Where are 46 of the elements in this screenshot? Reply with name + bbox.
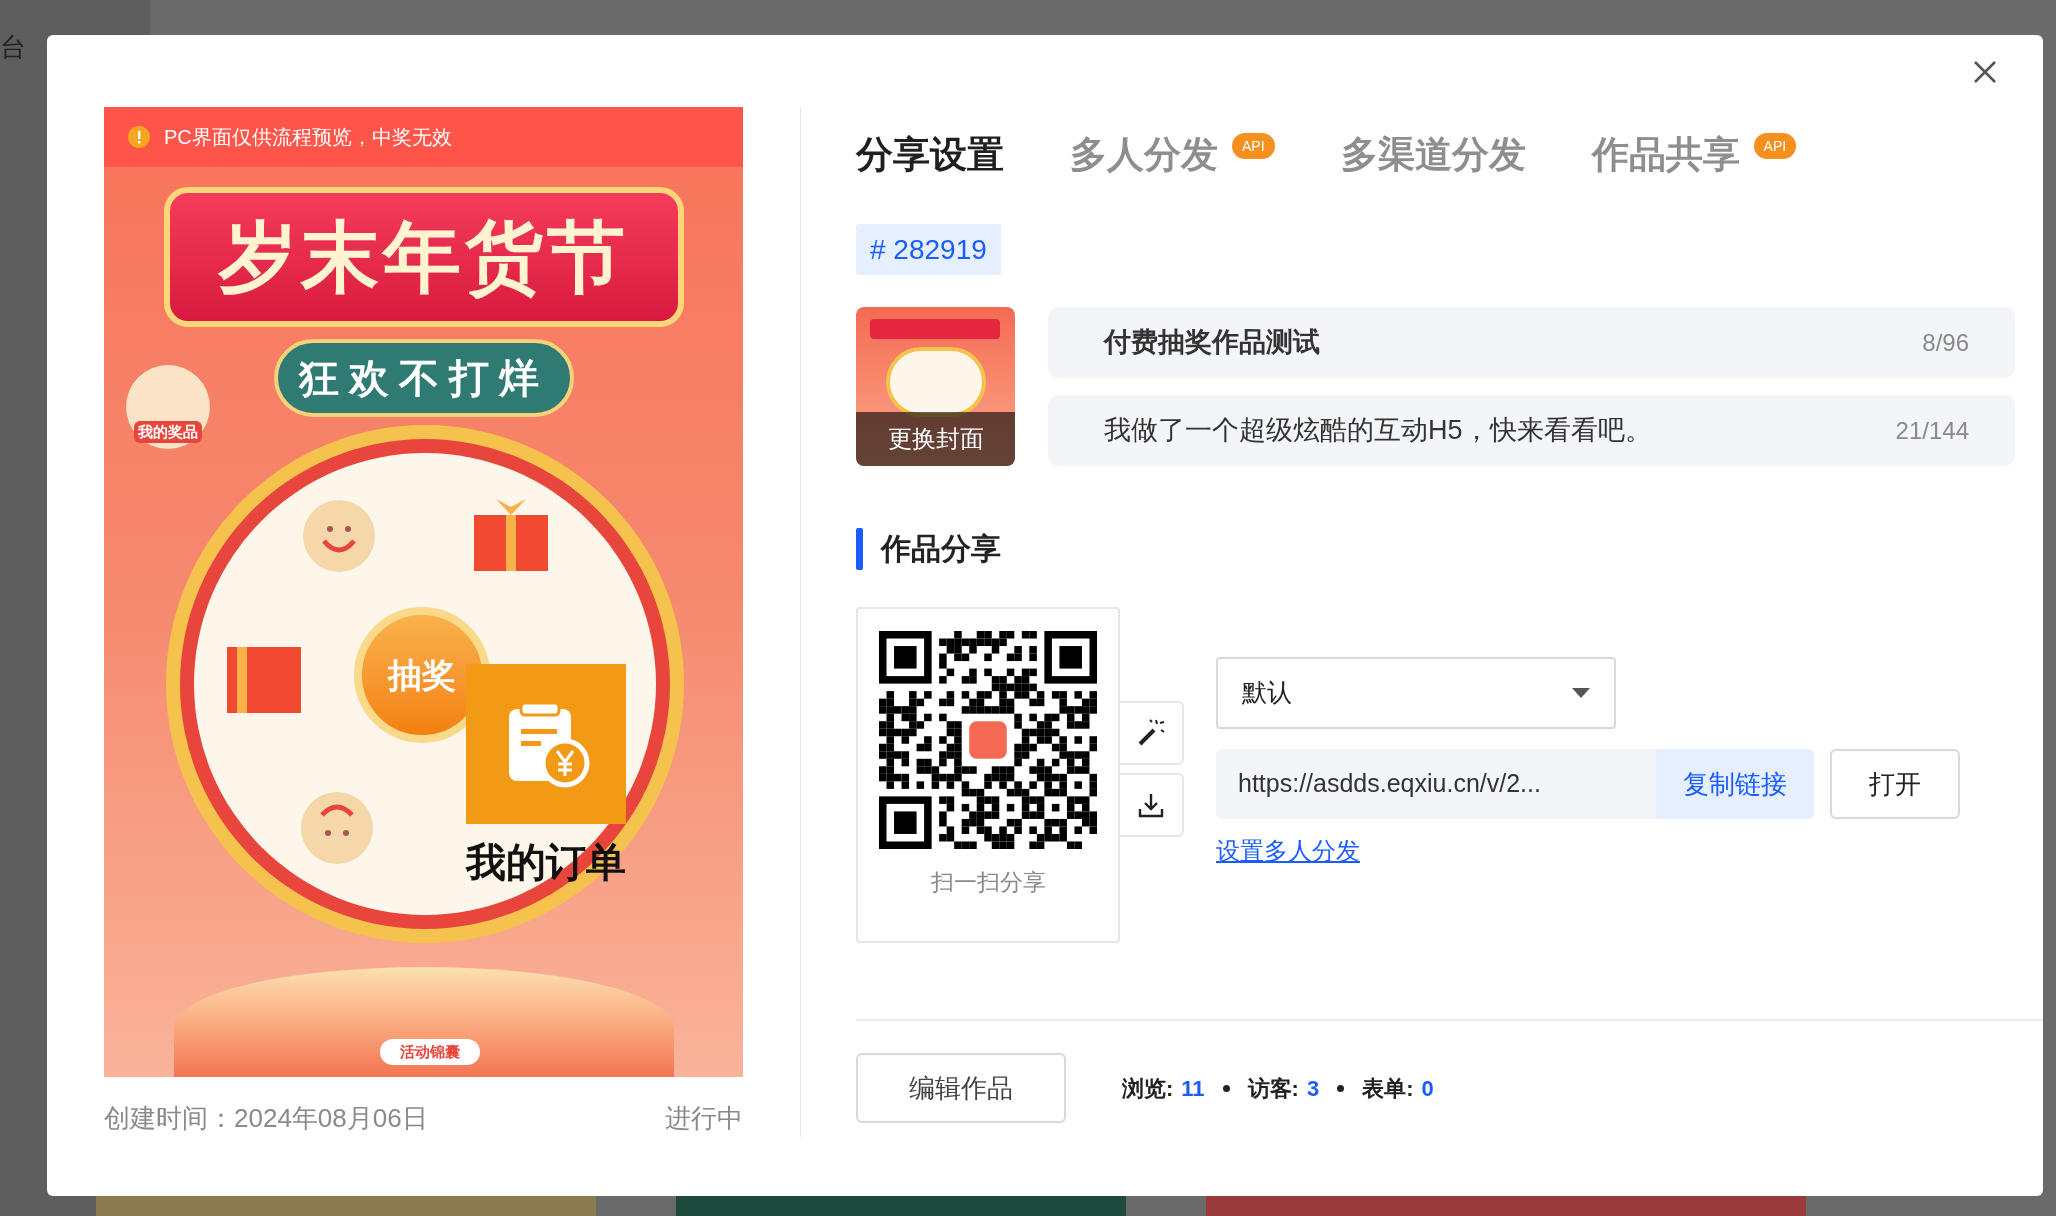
character-count: 21/144: [1895, 415, 1969, 446]
title-value: 付费抽奖作品测试: [1104, 326, 1320, 360]
close-icon[interactable]: [1974, 61, 1996, 83]
api-badge: API: [1232, 133, 1275, 160]
url-value: https://asdds.eqxiu.cn/v/2...: [1238, 768, 1541, 800]
api-badge: API: [1753, 133, 1797, 160]
prizes-label: 我的奖品: [134, 420, 202, 443]
warning-icon: [128, 126, 150, 148]
description-field[interactable]: 我做了一个超级炫酷的互动H5，快来看看吧。 21/144: [1048, 395, 2015, 466]
open-button[interactable]: 打开: [1830, 749, 1960, 819]
created-time: 创建时间：2024年08月06日: [104, 1102, 428, 1135]
stat-label: 访客:: [1247, 1074, 1299, 1103]
subtitle: 狂欢不打烊: [299, 355, 549, 402]
qr-caption: 扫一扫分享: [930, 868, 1046, 897]
stat-value: 3: [1306, 1074, 1320, 1103]
multi-distribution-link[interactable]: 设置多人分发: [1216, 833, 1360, 869]
banner-title: 岁末年货节: [219, 211, 629, 303]
channel-select[interactable]: 默认: [1216, 657, 1616, 729]
smiley-icon: [302, 499, 376, 573]
tips-badge[interactable]: 活动锦囊: [380, 1039, 480, 1065]
smiley-icon: [300, 791, 374, 865]
download-icon: [1137, 791, 1165, 819]
magic-wand-icon: [1136, 718, 1166, 748]
download-button[interactable]: [1120, 773, 1184, 837]
change-cover-button[interactable]: 更换封面: [856, 412, 1015, 466]
edit-work-button[interactable]: 编辑作品: [856, 1053, 1066, 1123]
cover-thumbnail[interactable]: 更换封面: [856, 307, 1015, 466]
stat-value: 11: [1181, 1074, 1205, 1103]
beautify-button[interactable]: [1120, 701, 1184, 765]
prizes-button[interactable]: 我的奖品: [126, 365, 210, 449]
share-url-field[interactable]: https://asdds.eqxiu.cn/v/2...: [1216, 749, 1656, 819]
title-field[interactable]: 付费抽奖作品测试 8/96: [1048, 307, 2015, 378]
dropdown-caret-icon: [1572, 688, 1590, 698]
tab[interactable]: 分享设置: [856, 127, 1004, 183]
stat-value: 0: [1421, 1074, 1434, 1103]
stat-label: 表单:: [1362, 1074, 1414, 1103]
work-id-tag: # 282919: [856, 224, 1001, 275]
copy-link-button[interactable]: 复制链接: [1656, 749, 1814, 819]
select-value: 默认: [1242, 677, 1292, 709]
section-title: 作品分享: [881, 531, 1001, 567]
character-count: 8/96: [1922, 327, 1969, 358]
stat-label: 浏览:: [1122, 1074, 1174, 1103]
section-marker: [856, 527, 863, 570]
description-value: 我做了一个超级炫酷的互动H5，快来看看吧。: [1104, 414, 1652, 448]
notice-text: PC界面仅供流程预览，中奖无效: [164, 125, 452, 150]
status-text: 进行中: [665, 1102, 743, 1135]
